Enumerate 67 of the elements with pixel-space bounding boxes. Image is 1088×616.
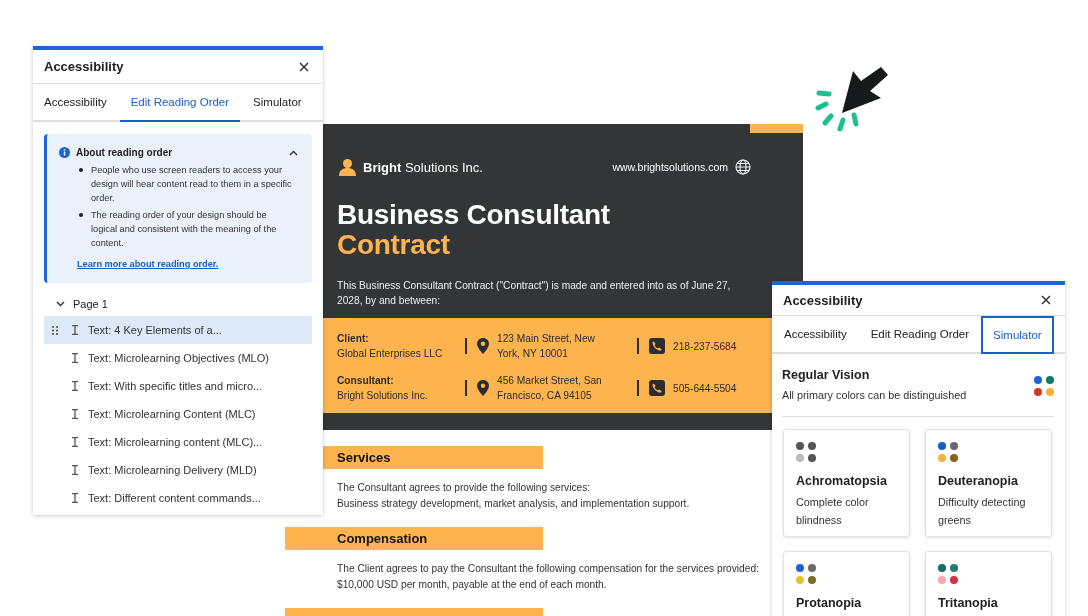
address-text: 456 Market Street, San Francisco, CA 94105 [497, 374, 603, 403]
phone-number: 505-644-5504 [673, 381, 737, 396]
person-icon [339, 158, 356, 176]
vision-mode-card[interactable]: Tritanopia [925, 551, 1052, 616]
vision-title: Regular Vision [782, 368, 871, 382]
map-pin-icon [477, 338, 489, 354]
address-text: 123 Main Street, New York, NY 10001 [497, 332, 596, 361]
reading-order-item[interactable]: Text: Different content commands... [44, 484, 312, 512]
section-heading: Compensation [337, 531, 428, 546]
party-role: Consultant: [337, 374, 395, 388]
panel-title: Accessibility [44, 59, 124, 74]
text-cursor-icon [72, 493, 78, 503]
intro-text: This Business Consultant Contract ("Contract") is made and entered into as of June 27, 2028, by and between: [337, 279, 732, 308]
website-text: www.brightsolutions.com [612, 161, 728, 173]
text-cursor-icon [72, 325, 78, 335]
mode-name: Achromatopsia [796, 474, 888, 488]
phone-number: 218-237-5684 [673, 339, 737, 354]
tab[interactable]: Edit Reading Order [858, 316, 982, 354]
text-cursor-icon [72, 381, 78, 391]
reading-order-item[interactable]: Text: Microlearning Content (MLC) [44, 400, 312, 428]
bullet-text: The reading order of your design should be logical and consistent with the meaning of the content. [91, 209, 278, 250]
tab[interactable]: Accessibility [772, 316, 859, 354]
chevron-down-icon[interactable] [56, 301, 65, 307]
mode-name: Protanopia [796, 596, 863, 610]
vision-mode-card[interactable]: Deuteranopia Difficulty detecting greens [925, 429, 1052, 537]
mode-name: Tritanopia [938, 596, 999, 610]
mode-name: Deuteranopia [938, 474, 1019, 488]
bullet-icon [79, 213, 83, 217]
party-name: Global Enterprises LLC [337, 348, 443, 359]
tab[interactable]: Simulator [981, 316, 1054, 354]
tab[interactable]: Accessibility [33, 84, 118, 122]
phone-icon [649, 338, 665, 354]
reading-order-item[interactable]: Text: Microlearning Objectives (MLO) [44, 344, 312, 372]
tab[interactable]: Simulator [242, 84, 313, 122]
document-title: Business Consultant Contract [337, 200, 611, 260]
chevron-up-icon[interactable] [289, 149, 298, 156]
info-icon [59, 147, 70, 158]
vision-description: All primary colors can be distinguished [782, 389, 967, 401]
party-name: Bright Solutions Inc. [337, 390, 428, 401]
phone-icon [649, 380, 665, 396]
reading-order-item[interactable]: Text: 4 Key Elements of a... [44, 316, 312, 344]
reading-order-item[interactable]: Text: Microlearning content (MLC)... [44, 428, 312, 456]
tab[interactable]: Edit Reading Order [119, 84, 241, 122]
reading-order-item[interactable]: Text: Microlearning Delivery (MLD) [44, 456, 312, 484]
page-label[interactable]: Page 1 [73, 298, 108, 310]
company-name: Bright Solutions Inc. [363, 159, 483, 175]
vision-mode-card[interactable]: Achromatopsia Complete color blindness [783, 429, 910, 537]
map-pin-icon [477, 380, 489, 396]
drag-handle-icon[interactable] [52, 325, 58, 335]
globe-icon [735, 159, 751, 175]
bullet-icon [79, 168, 83, 172]
mode-description: Difficulty detecting greens [938, 496, 1026, 526]
info-title: About reading order [76, 147, 174, 158]
section-text: The Client agrees to pay the Consultant the following compensation for the services provided: $10,000 USD per month, payable at the end of each month. [337, 562, 760, 592]
text-cursor-icon [72, 437, 78, 447]
text-cursor-icon [72, 465, 78, 475]
panel-title: Accessibility [783, 292, 863, 308]
vision-mode-card[interactable]: Protanopia [783, 551, 910, 616]
party-role: Client: [337, 332, 370, 346]
learn-more-link[interactable]: Learn more about reading order. [77, 259, 219, 269]
bullet-text: People who use screen readers to access your design will hear content read to them in a specific order. [91, 164, 292, 205]
reading-order-item[interactable]: Text: With specific titles and micro... [44, 372, 312, 400]
section-text: The Consultant agrees to provide the following services: Business strategy development, market analysis, and implementation support. [337, 481, 691, 511]
text-cursor-icon [72, 353, 78, 363]
section-heading: Services [337, 450, 391, 465]
mode-description: Complete color blindness [796, 496, 869, 526]
text-cursor-icon [72, 409, 78, 419]
